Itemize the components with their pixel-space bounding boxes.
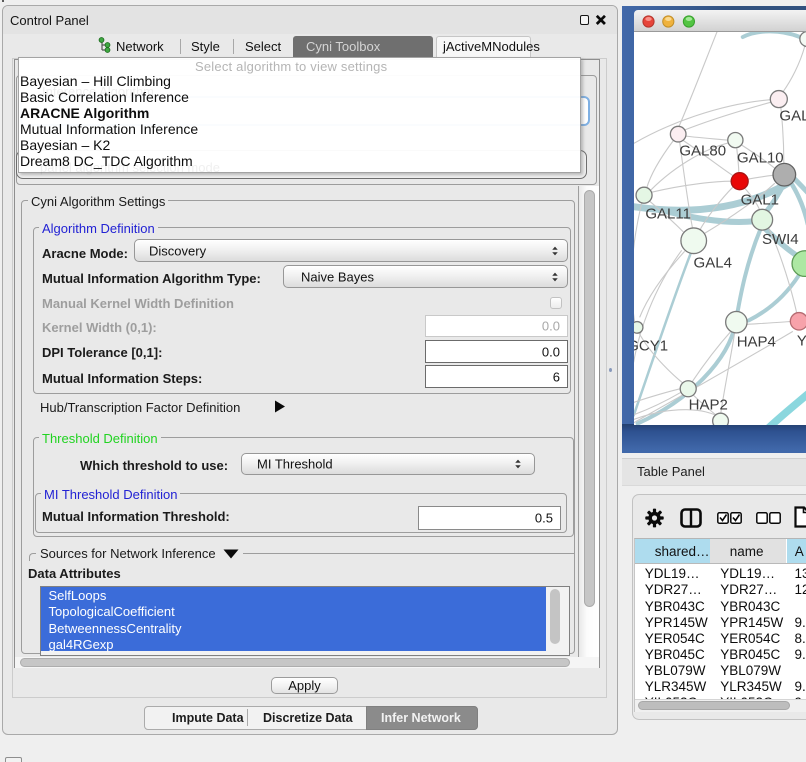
svg-text:HAP2: HAP2	[688, 397, 727, 414]
svg-text:SWI4: SWI4	[761, 231, 798, 248]
svg-text:GAL1: GAL1	[740, 191, 778, 208]
svg-text:HAP4: HAP4	[736, 334, 775, 351]
svg-text:YKL: YKL	[796, 332, 806, 349]
svg-text:GAL7: GAL7	[779, 107, 806, 124]
svg-text:GCY1: GCY1	[634, 337, 668, 354]
svg-text:GAL4: GAL4	[693, 255, 731, 272]
svg-text:GAL11: GAL11	[645, 206, 691, 223]
svg-text:GAL80: GAL80	[679, 142, 726, 159]
svg-text:GAL10: GAL10	[736, 150, 783, 167]
